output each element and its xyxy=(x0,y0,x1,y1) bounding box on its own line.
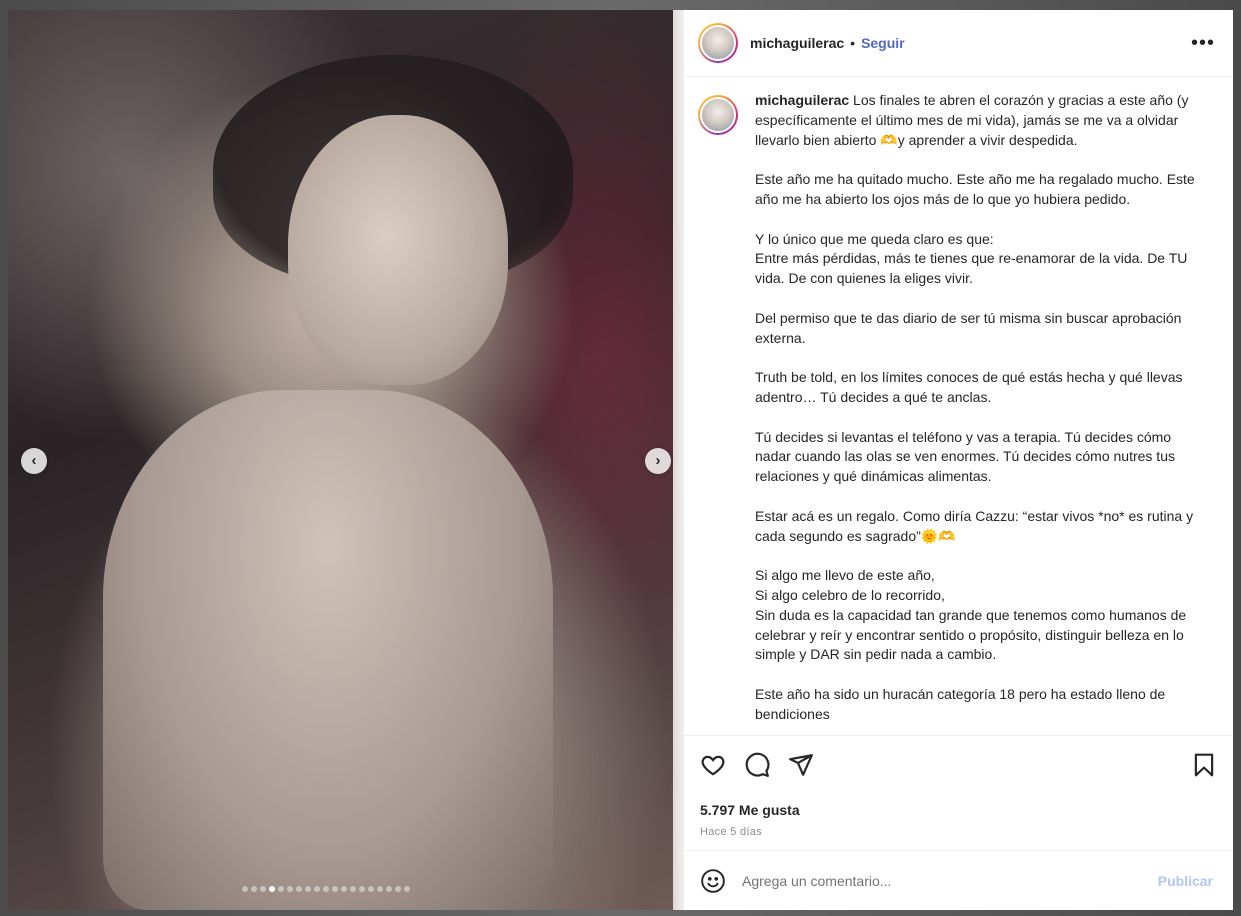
comment-bar: Publicar xyxy=(684,850,1233,910)
carousel-dot xyxy=(287,886,293,892)
caption-paragraph: Y lo único que me queda claro es que: En… xyxy=(755,230,1188,287)
share-paper-plane-icon[interactable] xyxy=(788,752,814,778)
carousel-dot xyxy=(269,886,275,892)
post-photo[interactable]: ‹ › xyxy=(8,10,683,910)
caption-paragraph: Estar acá es un regalo. Como diría Cazzu… xyxy=(755,507,1194,544)
like-heart-icon[interactable] xyxy=(700,752,726,778)
post-header: michaguilerac • Seguir ••• xyxy=(684,10,1233,77)
follow-button[interactable]: Seguir xyxy=(861,35,905,51)
carousel-dot xyxy=(242,886,248,892)
more-options-icon[interactable]: ••• xyxy=(1191,32,1215,55)
comment-bubble-icon[interactable] xyxy=(744,752,770,778)
carousel-dot xyxy=(359,886,365,892)
author-username[interactable]: michaguilerac xyxy=(750,35,844,51)
carousel-dot xyxy=(278,886,284,892)
carousel-indicator xyxy=(242,886,410,892)
carousel-dot xyxy=(314,886,320,892)
carousel-dot xyxy=(296,886,302,892)
bookmark-icon[interactable] xyxy=(1191,752,1217,778)
carousel-dot xyxy=(305,886,311,892)
caption-text: michaguilerac Los finales te abren el co… xyxy=(755,91,1201,735)
carousel-dot xyxy=(395,886,401,892)
carousel-dot xyxy=(323,886,329,892)
caption-paragraph: Truth be told, en los límites conoces de… xyxy=(755,369,1183,405)
post-modal: ‹ › michaguilerac • Seguir ••• michaguil… xyxy=(8,10,1233,910)
caption-username[interactable]: michaguilerac xyxy=(755,92,849,108)
carousel-dot xyxy=(350,886,356,892)
comment-input[interactable] xyxy=(742,872,1158,889)
likes-count[interactable]: 5.797 Me gusta xyxy=(700,802,1217,818)
caption-paragraph: Este año ha sido un huracán categoría 18… xyxy=(755,685,1166,722)
next-photo-button[interactable]: › xyxy=(645,448,671,474)
post-side-panel: michaguilerac • Seguir ••• michaguilerac… xyxy=(683,10,1233,910)
caption-area[interactable]: michaguilerac Los finales te abren el co… xyxy=(684,77,1233,735)
avatar[interactable] xyxy=(698,23,738,63)
caption-avatar[interactable] xyxy=(698,95,738,135)
caption-paragraph: Del permiso que te das diario de ser tú … xyxy=(755,309,1182,346)
carousel-dot xyxy=(368,886,374,892)
carousel-dot xyxy=(260,886,266,892)
carousel-dot xyxy=(404,886,410,892)
action-icons xyxy=(700,748,1217,782)
caption-paragraph: Si algo me llevo de este año, Si algo ce… xyxy=(755,567,1187,663)
carousel-dot xyxy=(332,886,338,892)
carousel-dot xyxy=(341,886,347,892)
post-timestamp[interactable]: Hace 5 días xyxy=(700,826,1217,838)
carousel-dot xyxy=(251,886,257,892)
publish-button[interactable]: Publicar xyxy=(1158,873,1213,889)
separator-dot: • xyxy=(850,35,856,51)
caption-paragraph: Tú decides si levantas el teléfono y vas… xyxy=(755,428,1175,485)
photo-face xyxy=(288,115,508,385)
action-bar: 5.797 Me gusta Hace 5 días xyxy=(684,735,1233,850)
caption-paragraph: Este año me ha quitado mucho. Este año m… xyxy=(755,171,1195,207)
carousel-dot xyxy=(386,886,392,892)
photo-dress xyxy=(103,390,553,910)
carousel-dot xyxy=(377,886,383,892)
emoji-smiley-icon[interactable] xyxy=(700,868,726,894)
caption-paragraph: michaguilerac Los finales te abren el co… xyxy=(755,92,1189,148)
photo-paper-edge xyxy=(673,10,683,910)
previous-photo-button[interactable]: ‹ xyxy=(21,448,47,474)
